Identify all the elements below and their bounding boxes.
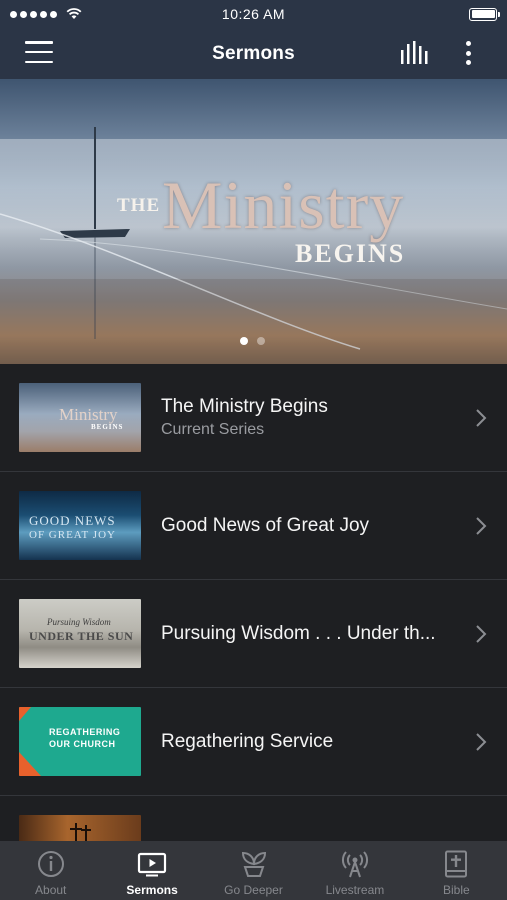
thumbnail-title: REGATHERING: [49, 727, 121, 737]
chevron-right-icon: [476, 625, 487, 643]
series-thumbnail: Pursuing Wisdom UNDER THE SUN: [19, 599, 141, 668]
navigation-bar: Sermons: [0, 28, 507, 79]
chevron-right-icon: [476, 733, 487, 751]
series-row-good-news[interactable]: GOOD NEWS OF GREAT JOY Good News of Grea…: [0, 472, 507, 580]
hero-title-main: Ministry: [162, 167, 405, 243]
bible-book-icon: [445, 850, 468, 878]
chevron-right-icon: [476, 517, 487, 535]
tab-go-deeper[interactable]: Go Deeper: [203, 841, 304, 900]
series-title: Regathering Service: [161, 730, 334, 752]
series-title: Pursuing Wisdom . . . Under th...: [161, 622, 436, 644]
thumbnail-subtitle: UNDER THE SUN: [29, 629, 134, 643]
series-subtitle: Current Series: [161, 421, 265, 438]
series-row-pursuing-wisdom[interactable]: Pursuing Wisdom UNDER THE SUN Pursuing W…: [0, 580, 507, 688]
thumbnail-title: Ministry: [59, 405, 118, 424]
tab-livestream[interactable]: Livestream: [304, 841, 405, 900]
thumbnail-title: Pursuing Wisdom: [47, 617, 111, 627]
tab-label: About: [35, 883, 67, 897]
page-title: Sermons: [212, 42, 295, 64]
broadcast-antenna-icon: [341, 851, 368, 878]
series-row-partial[interactable]: [0, 796, 507, 841]
bottom-tab-bar: About Sermons Go Deeper Livestream Bible: [0, 841, 507, 900]
series-row-ministry-begins[interactable]: Ministry BEGINS The Ministry Begins Curr…: [0, 364, 507, 472]
tv-play-icon: [138, 852, 167, 877]
tab-bible[interactable]: Bible: [406, 841, 507, 900]
thumbnail-title: GOOD NEWS: [29, 513, 116, 528]
tab-sermons[interactable]: Sermons: [101, 841, 202, 900]
series-thumbnail: REGATHERING OUR CHURCH: [19, 707, 141, 776]
status-bar: 10:26 AM: [0, 0, 507, 28]
series-thumbnail: Ministry BEGINS: [19, 383, 141, 452]
tab-label: Livestream: [325, 883, 385, 897]
status-time: 10:26 AM: [221, 6, 286, 22]
hero-title-sub: BEGINS: [295, 239, 406, 268]
pager-dot-1[interactable]: [240, 337, 248, 345]
pager-dot-2[interactable]: [257, 337, 265, 345]
carousel-pager[interactable]: [240, 337, 265, 345]
series-title: Good News of Great Joy: [161, 514, 370, 536]
series-row-regathering[interactable]: REGATHERING OUR CHURCH Regathering Servi…: [0, 688, 507, 796]
more-vertical-icon[interactable]: [460, 39, 476, 67]
hero-series-title: THE Ministry BEGINS: [0, 79, 507, 364]
tab-label: Bible: [442, 883, 470, 897]
plant-sprout-icon: [241, 851, 266, 877]
tab-label: Sermons: [126, 883, 178, 897]
thumbnail-subtitle: OF GREAT JOY: [29, 529, 116, 541]
battery-icon: [469, 7, 500, 21]
series-list[interactable]: Ministry BEGINS The Ministry Begins Curr…: [0, 364, 507, 841]
chevron-right-icon: [476, 409, 487, 427]
hero-title-the: THE: [117, 195, 161, 216]
series-thumbnail: GOOD NEWS OF GREAT JOY: [19, 491, 141, 560]
featured-series-banner[interactable]: THE Ministry BEGINS: [0, 79, 507, 364]
tab-about[interactable]: About: [0, 841, 101, 900]
hamburger-menu-icon[interactable]: [25, 41, 53, 63]
series-thumbnail: [19, 815, 141, 841]
series-title: The Ministry Begins: [161, 396, 328, 417]
info-icon: [37, 851, 64, 877]
thumbnail-subtitle: OUR CHURCH: [49, 739, 116, 749]
bar-chart-icon[interactable]: [400, 41, 430, 65]
tab-label: Go Deeper: [224, 883, 283, 897]
thumbnail-subtitle: BEGINS: [91, 423, 124, 431]
